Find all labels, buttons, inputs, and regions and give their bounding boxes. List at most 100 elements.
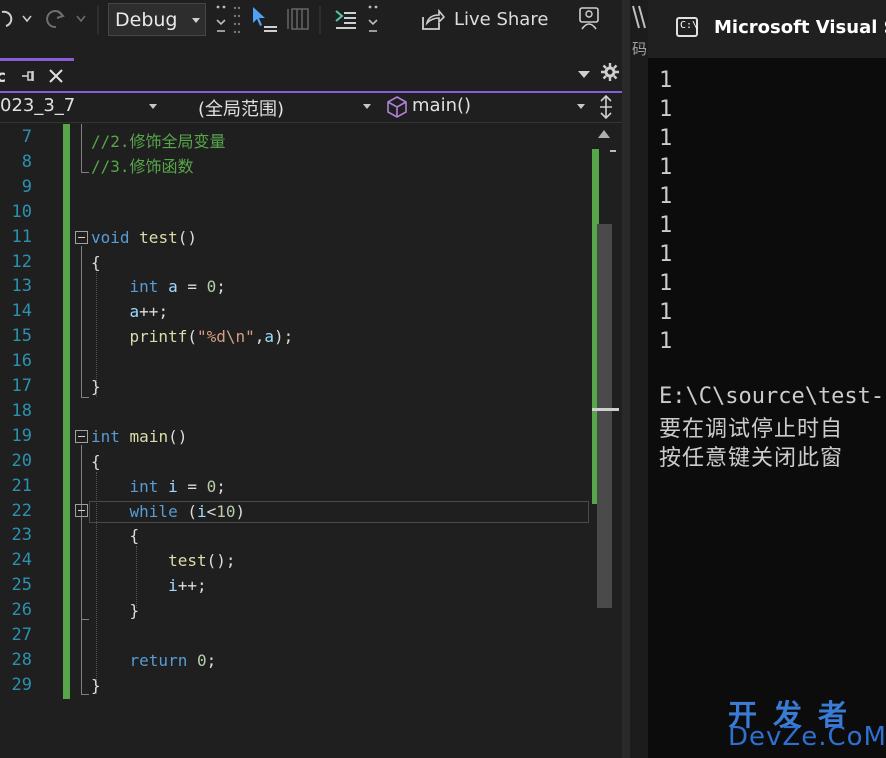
code-token: ++; — [139, 302, 169, 322]
live-share-icon[interactable] — [421, 9, 445, 31]
line-number: 19 — [11, 425, 32, 446]
fold-region-line — [81, 246, 82, 397]
code-token: "%d\n" — [196, 327, 255, 347]
debug-console-window[interactable]: 码 C:\ Microsoft Visual Studio 1111111111… — [630, 0, 886, 758]
document-tab-strip: c — [0, 58, 630, 93]
console-output-line: 1 — [659, 329, 673, 354]
toolbar-overflow-icon[interactable] — [214, 4, 228, 36]
feedback-icon[interactable] — [576, 5, 602, 31]
code-token: ++; — [177, 576, 207, 596]
code-line: //2.修饰全局变量 — [91, 128, 226, 153]
fold-region-end — [81, 172, 89, 173]
scroll-overview-mark — [610, 150, 618, 154]
redo-dropdown-icon[interactable] — [76, 15, 86, 23]
collapse-icon[interactable] — [75, 504, 88, 517]
console-icon: C:\ — [676, 17, 698, 37]
window-divider — [622, 0, 630, 758]
code-editor[interactable]: 7//2.修饰全局变量 8//3.修饰函数 9 10 11 void test() 12{1… — [0, 124, 592, 758]
code-line: a++; — [91, 302, 169, 327]
grip-icon[interactable] — [233, 4, 241, 36]
console-title-bar[interactable]: C:\ Microsoft Visual Studio — [648, 0, 886, 58]
code-token: ( — [177, 501, 197, 521]
configuration-select[interactable]: Debug — [108, 3, 206, 36]
code-token: { — [91, 526, 140, 546]
background-window-edge: 码 — [630, 0, 648, 758]
close-icon[interactable] — [48, 68, 64, 84]
collapse-icon[interactable] — [75, 231, 88, 244]
console-output-line: 1 — [659, 300, 673, 325]
redo-icon[interactable] — [44, 7, 66, 29]
line-number: 12 — [11, 251, 32, 272]
scroll-thumb[interactable] — [597, 224, 612, 608]
code-line: while (i<10) — [91, 501, 246, 527]
fold-region-line — [81, 519, 82, 619]
code-line: int a = 0; — [91, 277, 226, 302]
split-icon[interactable] — [598, 95, 614, 119]
gear-icon[interactable] — [601, 63, 619, 81]
code-line: int i = 0; — [91, 477, 226, 502]
toolbar-overflow-icon-2[interactable] — [366, 4, 380, 36]
background-window-text: 码 — [632, 40, 648, 58]
code-token: test — [139, 227, 178, 247]
indent-icon[interactable] — [334, 8, 358, 32]
vertical-scrollbar[interactable] — [592, 124, 622, 758]
code-token: ; — [216, 277, 226, 297]
scroll-up-icon[interactable] — [598, 130, 610, 138]
code-token: test — [168, 551, 207, 571]
code-token: a — [129, 302, 140, 322]
line-number: 17 — [11, 376, 32, 396]
scope-dropdown[interactable]: (全局范围) — [198, 95, 368, 121]
code-token: 10 — [216, 501, 236, 521]
code-token: , — [254, 327, 265, 347]
project-dropdown[interactable]: 023_3_7 — [0, 95, 160, 121]
code-token: int — [129, 277, 159, 297]
console-message-line-2: 按任意键关闭此窗 — [659, 446, 844, 471]
tab-title-fragment: c — [0, 67, 7, 87]
caret-position-marker — [592, 408, 619, 411]
console-output-line: 1 — [659, 271, 673, 296]
fold-region-end — [81, 397, 89, 398]
line-number: 25 — [11, 575, 32, 596]
code-token: a — [168, 277, 178, 297]
code-token: ; — [206, 650, 217, 670]
line-number: 15 — [11, 326, 32, 347]
code-line: } — [91, 377, 101, 402]
line-number: 7 — [21, 127, 32, 147]
line-number: 24 — [11, 550, 32, 571]
collapse-icon[interactable] — [75, 430, 88, 443]
console-output-line: 1 — [659, 68, 673, 93]
navigation-bar: 023_3_7 (全局范围) main() — [0, 93, 622, 123]
pin-icon[interactable] — [20, 67, 36, 85]
undo-icon[interactable] — [0, 8, 18, 30]
cube-icon — [387, 96, 407, 118]
member-dropdown[interactable]: main() — [412, 95, 582, 121]
main-toolbar: Debug Live Share — [0, 0, 630, 40]
code-token: int — [91, 426, 120, 446]
console-output-line: 1 — [659, 242, 673, 267]
line-number: 8 — [21, 151, 32, 172]
code-line: void test() — [91, 228, 197, 253]
code-token: { — [91, 451, 101, 471]
cursor-icon[interactable] — [250, 5, 278, 33]
tab-list-dropdown-icon[interactable] — [577, 70, 591, 80]
columns-icon[interactable] — [286, 6, 310, 32]
partial-icon — [631, 4, 647, 30]
code-token: i — [168, 476, 178, 496]
code-line: } — [91, 676, 101, 701]
document-tab-active[interactable]: c — [0, 58, 74, 92]
dropdown-arrow-icon — [192, 18, 200, 23]
console-exit-path: E:\C\source\test- — [659, 384, 885, 409]
fold-region-end — [81, 619, 89, 620]
undo-dropdown-icon[interactable] — [22, 15, 32, 23]
console-output-line: 1 — [659, 184, 673, 209]
live-share-button[interactable]: Live Share — [454, 9, 548, 30]
code-token: } — [91, 377, 101, 396]
